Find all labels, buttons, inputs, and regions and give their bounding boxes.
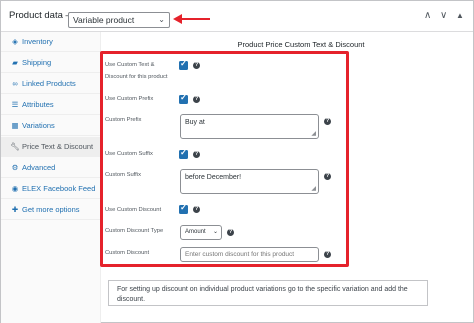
- tab-shipping[interactable]: ▰ Shipping: [1, 53, 100, 73]
- custom-prefix-value: Buy at: [185, 119, 205, 126]
- help-icon[interactable]: ?: [193, 151, 200, 158]
- help-icon[interactable]: ?: [193, 62, 200, 69]
- custom-prefix-textarea[interactable]: Buy at ◢: [180, 114, 319, 139]
- checkmark-icon: ✓: [180, 93, 187, 102]
- custom-suffix-label: Custom Suffix: [105, 172, 141, 178]
- truck-icon: ▰: [12, 58, 18, 67]
- product-data-panel: Product data — Variable product ⌄ ∧ ∨ ▲ …: [0, 0, 474, 323]
- help-icon[interactable]: ?: [227, 229, 234, 236]
- product-data-title: Product data —: [9, 10, 76, 21]
- rss-icon: ◉: [11, 184, 19, 193]
- custom-discount-label: Custom Discount: [105, 250, 150, 256]
- tab-linked-products[interactable]: ∞ Linked Products: [1, 74, 100, 94]
- grid-icon: ▦: [11, 121, 19, 130]
- toggle-panel-icon[interactable]: ▲: [456, 11, 464, 20]
- help-icon[interactable]: ?: [324, 173, 331, 180]
- plugin-icon: ✚: [11, 205, 19, 214]
- use-custom-text-checkbox[interactable]: ✓: [179, 59, 188, 70]
- product-type-value: Variable product: [73, 15, 135, 25]
- resize-grip-icon[interactable]: ◢: [311, 185, 316, 192]
- checkmark-icon: ✓: [180, 148, 187, 157]
- move-down-icon[interactable]: ∨: [440, 10, 447, 21]
- diamond-icon: ◈: [12, 37, 18, 46]
- custom-suffix-value: before December!: [185, 174, 242, 181]
- use-custom-discount-checkbox[interactable]: ✓: [179, 203, 188, 214]
- tab-label: Inventory: [22, 37, 53, 46]
- product-data-header: Product data — Variable product ⌄ ∧ ∨ ▲: [1, 1, 473, 32]
- tab-price-text-discount[interactable]: 🔧︎ Price Text & Discount: [1, 137, 100, 157]
- tab-variations[interactable]: ▦ Variations: [1, 116, 100, 136]
- tab-label: Variations: [22, 121, 55, 130]
- product-type-select[interactable]: Variable product ⌄: [68, 12, 170, 28]
- use-custom-text-label-line1: Use Custom Text &: [105, 62, 155, 68]
- red-arrow-annotation: [173, 14, 210, 24]
- link-icon: ∞: [12, 79, 18, 88]
- use-custom-suffix-label: Use Custom Suffix: [105, 151, 153, 157]
- tab-label: Price Text & Discount: [22, 142, 94, 151]
- tab-label: Advanced: [22, 163, 56, 172]
- help-icon[interactable]: ?: [193, 206, 200, 213]
- tab-label: Attributes: [22, 100, 54, 109]
- list-icon: ☰: [11, 100, 19, 109]
- use-custom-text-label-line2: Discount for this product: [105, 74, 168, 80]
- tab-label: Get more options: [22, 205, 80, 214]
- custom-suffix-textarea[interactable]: before December! ◢: [180, 169, 319, 194]
- tab-inventory[interactable]: ◈ Inventory: [1, 32, 100, 52]
- custom-discount-type-value: Amount: [185, 229, 206, 235]
- tab-attributes[interactable]: ☰ Attributes: [1, 95, 100, 115]
- custom-prefix-label: Custom Prefix: [105, 117, 142, 123]
- wrench-icon: 🔧︎: [10, 142, 20, 151]
- variation-discount-notice: For setting up discount on individual pr…: [108, 280, 428, 306]
- use-custom-discount-label: Use Custom Discount: [105, 207, 162, 213]
- use-custom-suffix-checkbox[interactable]: ✓: [179, 148, 188, 159]
- resize-grip-icon[interactable]: ◢: [311, 130, 316, 137]
- checkmark-icon: ✓: [180, 203, 187, 212]
- move-up-icon[interactable]: ∧: [424, 10, 431, 21]
- custom-discount-type-select[interactable]: Amount ⌄: [180, 225, 222, 240]
- help-icon[interactable]: ?: [193, 96, 200, 103]
- help-icon[interactable]: ?: [324, 118, 331, 125]
- chevron-down-icon: ⌄: [212, 229, 218, 235]
- custom-discount-type-label: Custom Discount Type: [105, 228, 164, 234]
- product-data-tabs: ◈ Inventory ▰ Shipping ∞ Linked Products…: [1, 32, 101, 323]
- section-title: Product Price Custom Text & Discount: [237, 40, 365, 49]
- use-custom-prefix-checkbox[interactable]: ✓: [179, 93, 188, 104]
- tab-label: Linked Products: [22, 79, 76, 88]
- tab-advanced[interactable]: ⚙ Advanced: [1, 158, 100, 178]
- chevron-down-icon: ⌄: [158, 15, 165, 24]
- use-custom-prefix-label: Use Custom Prefix: [105, 96, 154, 102]
- tab-get-more-options[interactable]: ✚ Get more options: [1, 200, 100, 220]
- tab-label: ELEX Facebook Feed: [22, 184, 96, 193]
- gear-icon: ⚙: [11, 163, 19, 172]
- custom-discount-input[interactable]: [180, 247, 319, 262]
- checkmark-icon: ✓: [180, 59, 187, 68]
- help-icon[interactable]: ?: [324, 251, 331, 258]
- tab-label: Shipping: [22, 58, 52, 67]
- tab-elex-facebook-feed[interactable]: ◉ ELEX Facebook Feed: [1, 179, 100, 199]
